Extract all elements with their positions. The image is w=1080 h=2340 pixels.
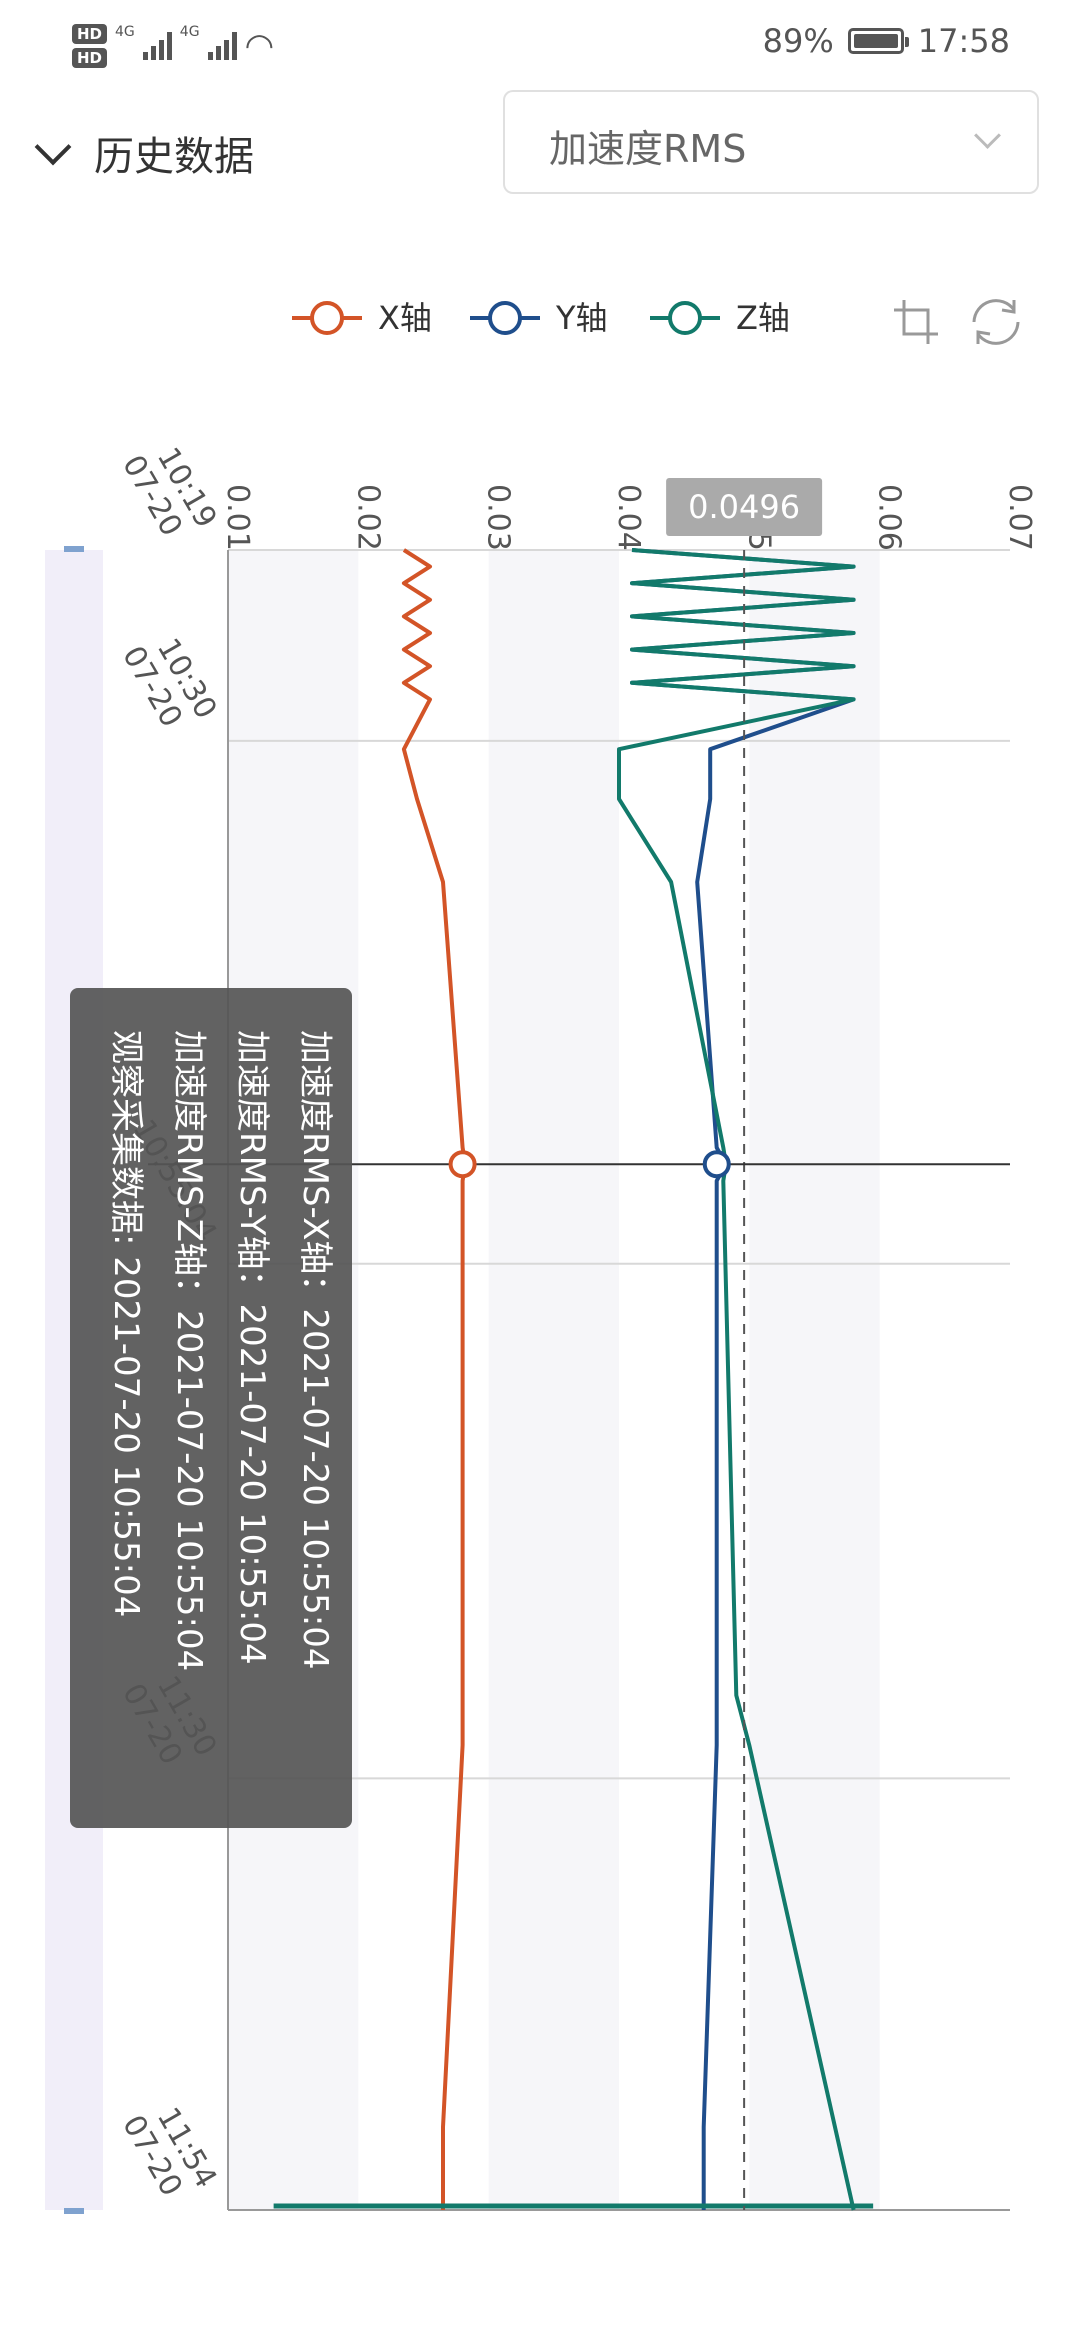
time-tick: 10:1907-20 [115, 442, 223, 543]
page: 历史数据 加速度RMS 0.010.020.030.040.050.060.07… [0, 88, 1080, 2340]
series-line-1 [401, 548, 468, 2210]
hd1-icon: HD [72, 24, 108, 44]
metric-select-value: 加速度RMS [549, 127, 747, 171]
tooltip-row: 观察采集数据: 2021-07-20 10:55:04 [106, 1030, 146, 1617]
chevron-down-icon [974, 122, 1001, 149]
datazoom-handle-bottom[interactable] [64, 2208, 84, 2214]
legend-item[interactable]: Y轴 [555, 299, 608, 337]
hd-icons: HD HD [72, 24, 108, 68]
value-tick-label: 0.06 [872, 484, 907, 551]
pointer-label: 0.0496 [688, 488, 800, 526]
datazoom-handle-top[interactable] [64, 546, 84, 552]
battery-fill [853, 34, 899, 48]
tooltip-row: 加速度RMS-X轴：2021-07-20 10:55:04 [295, 1030, 335, 1670]
value-tick-label: 0.03 [481, 484, 516, 551]
hover-marker-y [702, 1150, 731, 1179]
signal2-icon [207, 32, 237, 60]
legend-marker[interactable] [310, 301, 344, 335]
time-tick: 11:5407-20 [115, 2102, 223, 2203]
battery-percent: 89% [762, 22, 834, 60]
value-tick-label: 0.07 [1002, 484, 1037, 551]
legend-marker[interactable] [668, 301, 702, 335]
chevron-down-icon [34, 128, 72, 166]
grid-band [488, 550, 619, 2210]
signal1-icon [142, 32, 172, 60]
time-tick: 10:3007-20 [115, 633, 223, 734]
hover-marker-x [448, 1150, 477, 1179]
net2-label: 4G [179, 24, 200, 40]
status-right: 89% 17:58 [763, 22, 1010, 60]
net1-label: 4G [115, 24, 135, 40]
chart: 0.010.020.030.040.050.060.0710:1907-2010… [45, 299, 1037, 2214]
legend-marker[interactable] [488, 301, 522, 335]
battery-icon [847, 28, 909, 54]
header: 历史数据 加速度RMS [0, 88, 1080, 218]
grid-band [749, 550, 880, 2210]
status-left: HD HD 4G 4G ◠ [72, 16, 274, 76]
history-toggle[interactable]: 历史数据 [34, 124, 254, 182]
wifi-icon: ◠ [244, 26, 275, 66]
data-zoom-icon-path [894, 300, 938, 344]
metric-select[interactable]: 加速度RMS [503, 90, 1039, 194]
legend-item[interactable]: Z轴 [736, 299, 790, 337]
status-bar: HD HD 4G 4G ◠ 89% 17:58 [0, 0, 1080, 88]
value-tick-label: 0.02 [350, 484, 385, 551]
tooltip-row: 加速度RMS-Z轴：2021-07-20 10:55:04 [169, 1030, 209, 1671]
legend-item[interactable]: X轴 [378, 299, 432, 337]
history-label: 历史数据 [94, 134, 254, 180]
data-zoom-icon[interactable] [894, 300, 938, 344]
tooltip-row: 加速度RMS-Y轴：2021-07-20 10:55:04 [232, 1030, 272, 1665]
value-tick-label: 0.01 [220, 484, 255, 551]
restore-icon[interactable] [972, 299, 1020, 345]
value-tick-label: 0.04 [611, 484, 646, 551]
restore-icon-path [972, 299, 1020, 345]
hd2-icon: HD [72, 48, 108, 68]
clock: 17:58 [917, 22, 1010, 60]
